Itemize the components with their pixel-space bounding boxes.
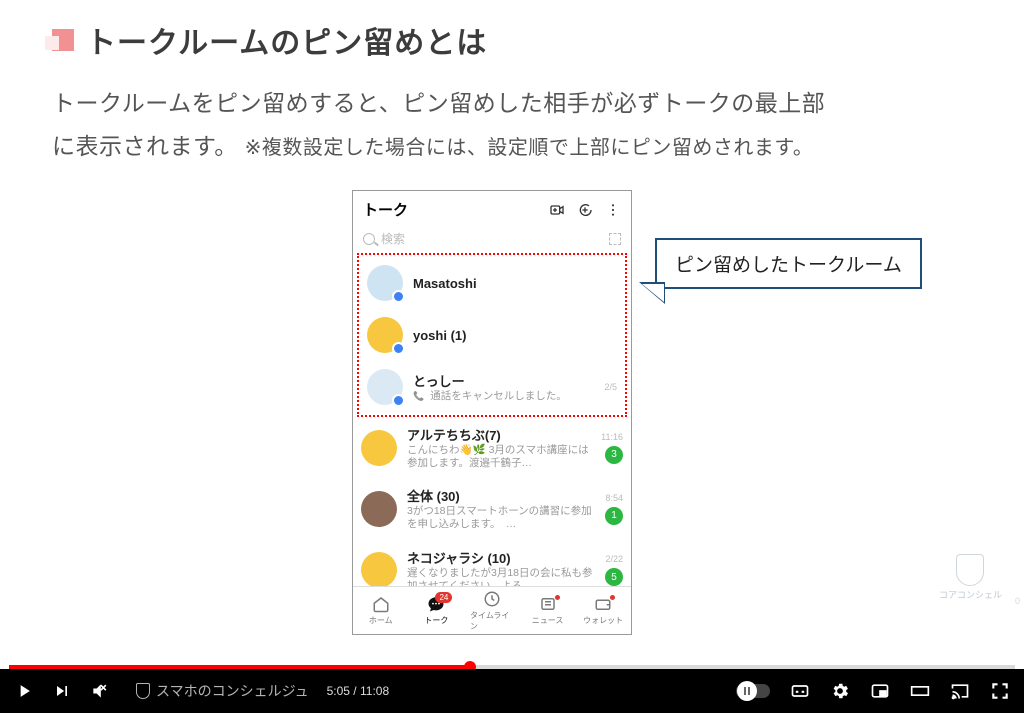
video-create-icon [549,202,565,218]
shield-icon [956,554,984,586]
chat-name: アルテちちぶ(7) [407,425,591,444]
play-button[interactable] [14,681,34,701]
avatar [367,265,403,301]
chat-item-pinned: yoshi (1) [359,309,625,361]
player-left: スマホのコンシェルジュ 5:05 / 11:08 [14,681,389,701]
chat-item: 全体 (30) 3がつ18日スマートホーンの講習に参加を申し込みします。 … 8… [353,478,631,539]
chat-name: Masatoshi [413,276,607,291]
body-text: トークルームをピン留めすると、ピン留めした相手が必ずトークの最上部 に表示されま… [52,82,972,167]
phone-mock: トーク 検索 Masatoshi yoshi (1) [352,190,632,635]
chat-time: 2/5 [604,382,617,392]
tab-label: ホーム [369,615,393,626]
bullet-square-icon [52,29,74,51]
pin-icon [392,394,405,407]
title-row: トークルームのピン留めとは [52,18,972,62]
avatar [361,552,397,588]
clock-icon [483,590,501,608]
callout-text: ピン留めしたトークルーム [675,255,902,276]
watermark-text: スマホのコンシェルジュ [156,681,309,701]
chat-name: yoshi (1) [413,328,607,343]
unread-badge: 1 [605,507,623,525]
miniplayer-button[interactable] [870,681,890,701]
brand-text: コアコンシェル [939,588,1002,601]
chat-subtext: 3がつ18日スマートホーンの講習に参加を申し込みします。 … [407,505,595,531]
next-button[interactable] [52,681,72,701]
fullscreen-button[interactable] [990,681,1010,701]
pause-icon [744,687,750,695]
phone-tabbar: ホーム 24 トーク タイムライン ニュース ウォレット [353,586,631,634]
phone-header: トーク [353,191,631,226]
autoplay-toggle[interactable] [736,684,770,698]
tab-label: ニュース [532,615,564,626]
news-icon [539,595,557,613]
video-player-bar: スマホのコンシェルジュ 5:05 / 11:08 [0,669,1024,713]
phone-header-title: トーク [363,199,408,220]
pinned-section-outline: Masatoshi yoshi (1) とっしー 通話をキャンセルしました。 2… [357,253,627,417]
avatar [367,369,403,405]
chat-name: 全体 (30) [407,486,595,505]
notif-dot-icon [555,595,560,600]
shield-icon [136,683,150,699]
brand-logo: コアコンシェル [939,554,1002,601]
avatar [367,317,403,353]
chat-subtext: 通話をキャンセルしました。 [413,390,594,403]
tab-talk: 24 トーク [414,595,458,626]
chat-item: アルテちちぶ(7) こんにちわ👋🌿 3月のスマホ講座には参加します。渡邉千鶴子…… [353,417,631,478]
pin-icon [392,290,405,303]
chat-name: ネコジャラシ (10) [407,548,595,567]
home-icon [372,595,390,613]
pin-icon [392,342,405,355]
body-line2: に表示されます。 [52,133,238,159]
unread-badge: 3 [605,446,623,464]
mute-button[interactable] [90,681,110,701]
avatar [361,430,397,466]
player-right [736,681,1010,701]
callout-tail-icon [639,282,665,304]
search-row: 検索 [353,226,631,253]
header-icon-group [549,202,621,218]
time-display: 5:05 / 11:08 [327,684,390,698]
page-right-num: 0 [1015,596,1020,606]
chat-subtext: こんにちわ👋🌿 3月のスマホ講座には参加します。渡邉千鶴子… [407,444,591,470]
tab-label: トーク [424,615,448,626]
time-total: 11:08 [360,684,389,698]
kebab-icon [605,202,621,218]
time-current: 5:05 [327,684,350,698]
search-icon [363,233,375,245]
channel-watermark[interactable]: スマホのコンシェルジュ [136,681,309,701]
qr-scan-icon [609,233,621,245]
chat-name: とっしー [413,371,594,390]
tab-news: ニュース [526,595,570,626]
talk-badge: 24 [435,592,452,603]
phone-call-icon [413,390,426,403]
new-chat-icon [577,202,593,218]
chat-item-pinned: とっしー 通話をキャンセルしました。 2/5 [359,361,625,413]
unread-badge: 5 [605,568,623,586]
chat-time: 2/22 [605,554,623,564]
theater-button[interactable] [910,681,930,701]
tab-label: タイムライン [470,610,514,632]
chat-time: 11:16 [601,432,623,442]
slide-title: トークルームのピン留めとは [86,18,487,62]
tab-label: ウォレット [583,615,623,626]
slide-content: トークルームのピン留めとは トークルームをピン留めすると、ピン留めした相手が必ず… [0,0,1024,661]
tab-home: ホーム [359,595,403,626]
note-text: ※複数設定した場合には、設定順で上部にピン留めされます。 [245,137,814,159]
settings-button[interactable] [830,681,850,701]
tab-timeline: タイムライン [470,590,514,632]
chat-time: 8:54 [605,493,623,503]
avatar [361,491,397,527]
search-placeholder: 検索 [381,230,405,247]
captions-button[interactable] [790,681,810,701]
tab-wallet: ウォレット [581,595,625,626]
chat-item-pinned: Masatoshi [359,257,625,309]
body-line1: トークルームをピン留めすると、ピン留めした相手が必ずトークの最上部 [52,90,825,116]
callout-bubble: ピン留めしたトークルーム [655,238,922,289]
cast-button[interactable] [950,681,970,701]
notif-dot-icon [610,595,615,600]
